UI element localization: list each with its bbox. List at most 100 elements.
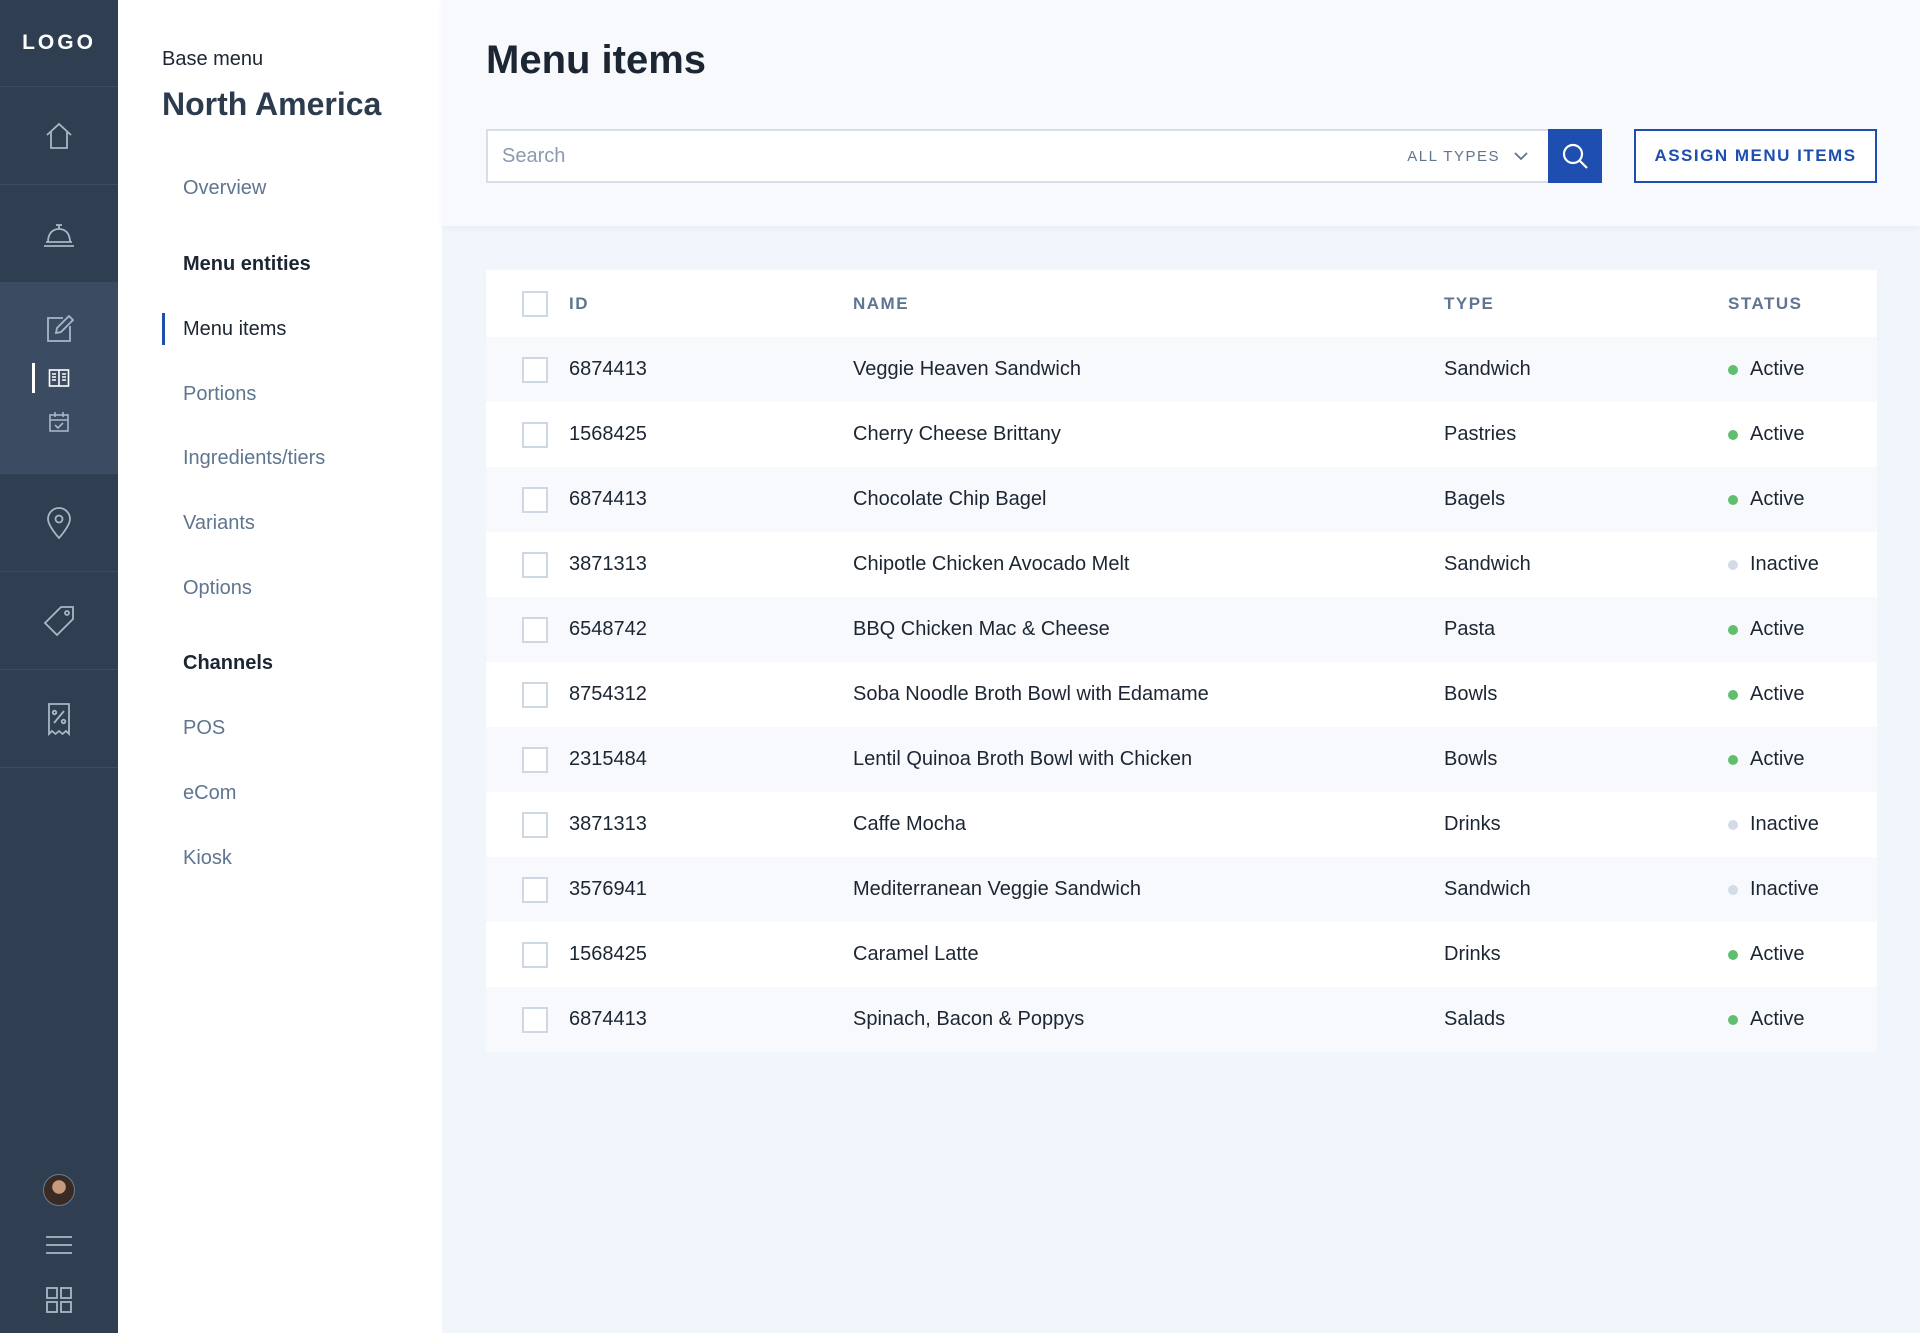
table-row[interactable]: 6548742 BBQ Chicken Mac & Cheese Pasta Acti… [486,597,1877,662]
menu-toggle-button[interactable] [0,1217,118,1272]
table-header: ID NAME TYPE STATUS [486,270,1877,337]
calendar-check-icon [49,412,69,432]
type-filter-label: ALL TYPES [1407,147,1500,165]
cell-status: Active [1728,358,1804,381]
hamburger-menu-icon [46,1235,72,1254]
cell-status: Active [1728,488,1804,511]
row-checkbox[interactable] [522,811,548,838]
apps-button[interactable] [0,1272,118,1327]
cell-name: Chipotle Chicken Avocado Melt [853,553,1130,575]
cell-type: Bagels [1444,488,1506,510]
status-dot [1728,494,1738,505]
cell-status: Active [1728,748,1804,771]
column-header-type[interactable]: TYPE [1444,294,1494,314]
cell-id: 3871313 [569,553,647,575]
cell-status: Active [1728,618,1804,641]
status-label: Active [1750,683,1805,705]
status-label: Inactive [1750,813,1819,835]
nav-item-ingredients[interactable]: Ingredients/tiers [183,447,325,470]
table-row[interactable]: 6874413 Veggie Heaven Sandwich Sandwich Act… [486,337,1877,402]
table-row[interactable]: 3871313 Caffe Mocha Drinks Inactive [486,792,1877,857]
cell-name: Lentil Quinoa Broth Bowl with Chicken [853,748,1193,770]
cell-name: Caffe Mocha [853,813,967,835]
row-checkbox[interactable] [522,421,548,448]
rail-item-promotions[interactable] [0,670,118,768]
edit-icon [47,314,75,342]
nav-item-overview[interactable]: Overview [183,177,266,200]
row-checkbox[interactable] [522,356,548,383]
cell-type: Bowls [1444,683,1498,705]
table-row[interactable]: 6874413 Chocolate Chip Bagel Bagels Active [486,467,1877,532]
cell-type: Pastries [1444,423,1517,445]
row-checkbox[interactable] [522,746,548,773]
avatar [43,1173,75,1206]
avatar-button[interactable] [0,1162,118,1217]
table-row[interactable]: 3576941 Mediterranean Veggie Sandwich Sand… [486,857,1877,922]
row-checkbox[interactable] [522,1006,548,1033]
search-icon [1562,143,1588,169]
cell-id: 1568425 [569,943,647,965]
cell-status: Active [1728,423,1804,446]
region-title: North America [162,86,382,122]
nav-item-portions[interactable]: Portions [183,383,256,406]
cell-type: Bowls [1444,748,1498,770]
row-checkbox[interactable] [522,681,548,708]
column-header-status[interactable]: STATUS [1728,294,1802,314]
rail-item-orders[interactable] [0,185,118,283]
rail-item-home[interactable] [0,87,118,185]
status-label: Active [1750,488,1805,510]
chevron-down-icon [1514,151,1528,160]
cell-id: 2315484 [569,748,647,770]
nav-item-pos[interactable]: POS [183,717,225,740]
cell-name: BBQ Chicken Mac & Cheese [853,618,1110,640]
table-row[interactable]: 1568425 Caramel Latte Drinks Active [486,922,1877,987]
table-row[interactable]: 1568425 Cherry Cheese Brittany Pastries Act… [486,402,1877,467]
status-dot [1728,754,1738,765]
table-row[interactable]: 2315484 Lentil Quinoa Broth Bowl with Chi… [486,727,1877,792]
cell-name: Soba Noodle Broth Bowl with Edamame [853,683,1209,705]
status-dot [1728,559,1738,570]
cell-name: Caramel Latte [853,943,979,965]
rail-item-menus[interactable] [0,283,118,474]
row-checkbox[interactable] [522,941,548,968]
row-checkbox[interactable] [522,876,548,903]
icon-rail: LOGO [0,0,118,1333]
search-input[interactable] [488,131,1408,181]
column-header-id[interactable]: ID [569,294,589,314]
rail-subitem-menu[interactable] [0,368,118,388]
service-bell-icon [44,223,74,247]
status-dot [1728,949,1738,960]
cell-id: 6548742 [569,618,647,640]
type-filter-select[interactable]: ALL TYPES [1407,148,1548,165]
search-button[interactable] [1548,129,1602,183]
status-label: Active [1750,1008,1805,1030]
cell-status: Active [1728,943,1804,966]
table-row[interactable]: 6874413 Spinach, Bacon & Poppys Salads Acti… [486,987,1877,1052]
cell-name: Chocolate Chip Bagel [853,488,1047,510]
breadcrumb[interactable]: Base menu [162,48,263,71]
table-row[interactable]: 3871313 Chipotle Chicken Avocado Melt Sand… [486,532,1877,597]
rail-item-pricing[interactable] [0,572,118,670]
cell-id: 1568425 [569,423,647,445]
nav-active-indicator [162,313,165,345]
cell-id: 8754312 [569,683,647,705]
row-checkbox[interactable] [522,486,548,513]
nav-item-menu-items[interactable]: Menu items [183,318,286,341]
cell-type: Pasta [1444,618,1496,640]
nav-item-options[interactable]: Options [183,577,252,600]
menu-book-icon [48,369,70,387]
select-all-checkbox[interactable] [522,290,548,317]
row-checkbox[interactable] [522,616,548,643]
column-header-name[interactable]: NAME [853,294,909,314]
nav-item-kiosk[interactable]: Kiosk [183,847,232,870]
nav-item-variants[interactable]: Variants [183,512,255,535]
status-label: Active [1750,748,1805,770]
rail-bottom [0,1162,118,1333]
table-row[interactable]: 8754312 Soba Noodle Broth Bowl with Edama… [486,662,1877,727]
rail-item-locations[interactable] [0,474,118,572]
tag-icon [43,605,74,636]
nav-item-ecom[interactable]: eCom [183,782,236,805]
assign-menu-items-button[interactable]: ASSIGN MENU ITEMS [1634,129,1877,183]
row-checkbox[interactable] [522,551,548,578]
rail-subitem-schedule[interactable] [0,411,118,433]
